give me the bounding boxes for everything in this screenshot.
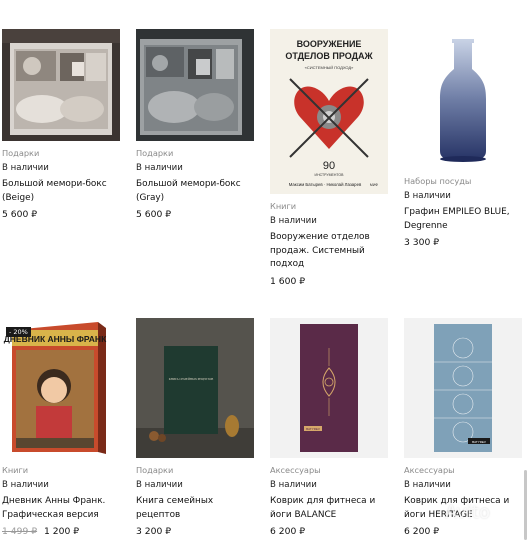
product-stock: В наличии	[404, 480, 451, 490]
product-stock: В наличии	[270, 216, 317, 226]
product-card[interactable]: BATYREV Аксессуары В наличии Коврик для …	[270, 318, 388, 538]
product-category: Наборы посуды	[404, 176, 472, 186]
current-price: 1 600 ₽	[270, 275, 306, 287]
product-card[interactable]: Подарки В наличии Большой мемори-бокс (B…	[2, 29, 120, 221]
yoga-mat-heritage-image: BATYREV	[404, 318, 522, 458]
current-price: 6 200 ₽	[270, 526, 306, 537]
product-card[interactable]: ВООРУЖЕНИЕ ОТДЕЛОВ ПРОДАЖ «СИСТЕМНЫЙ ПОД…	[270, 29, 388, 288]
recipe-book-image: КНИГА СЕМЕЙНЫХ РЕЦЕПТОВ	[136, 318, 254, 458]
product-category: Подарки	[2, 148, 40, 158]
product-stock: В наличии	[270, 480, 317, 490]
current-price: 3 300 ₽	[404, 237, 440, 248]
product-price: 3 200 ₽	[136, 526, 254, 538]
product-category: Книги	[270, 201, 297, 211]
sales-book-cover-image: ВООРУЖЕНИЕ ОТДЕЛОВ ПРОДАЖ «СИСТЕМНЫЙ ПОД…	[270, 29, 388, 194]
product-stock: В наличии	[136, 480, 183, 490]
product-category: Аксессуары	[270, 465, 321, 475]
product-title[interactable]: Графин EMPILEO BLUE, Degrenne	[404, 206, 522, 233]
product-stock: В наличии	[136, 163, 183, 173]
current-price: 1 200 ₽	[44, 526, 80, 537]
product-price: 3 300 ₽	[404, 237, 522, 249]
old-price: 1 499 ₽	[2, 526, 38, 537]
product-stock: В наличии	[404, 191, 451, 201]
book-cover-title-2: ОТДЕЛОВ ПРОДАЖ	[285, 51, 373, 61]
carafe-image	[404, 29, 522, 169]
current-price: 3 200 ₽	[136, 526, 172, 537]
book-cover-authors: Максим Батырев · Николай Лазарев	[289, 182, 362, 187]
product-card[interactable]: Подарки В наличии Большой мемори-бокс (G…	[136, 29, 254, 221]
current-price: 5 600 ₽	[136, 209, 172, 220]
memory-box-gray-image	[136, 29, 254, 141]
product-category: Книги	[2, 465, 29, 475]
product-stock: В наличии	[2, 163, 49, 173]
product-title[interactable]: Коврик для фитнеса и йоги BALANCE	[270, 495, 388, 522]
product-price: 1 600 ₽	[270, 276, 388, 288]
product-image[interactable]	[2, 29, 120, 141]
product-category: Аксессуары	[404, 465, 455, 475]
discount-badge: - 20%	[6, 327, 31, 337]
product-title[interactable]: Вооружение отделов продаж. Системный под…	[270, 231, 388, 272]
product-card[interactable]: КНИГА СЕМЕЙНЫХ РЕЦЕПТОВ Подарки В наличи…	[136, 318, 254, 538]
product-image[interactable]	[404, 29, 522, 169]
product-image[interactable]: BATYREV	[404, 318, 522, 458]
product-price: 1 499 ₽ 1 200 ₽	[2, 526, 120, 538]
mat-label: BATYREV	[472, 440, 486, 444]
avito-watermark-logo: Avito	[445, 502, 490, 523]
product-title[interactable]: Дневник Анны Франк. Графическая версия	[2, 495, 120, 522]
product-category: Подарки	[136, 465, 174, 475]
current-price: 6 200 ₽	[404, 526, 440, 537]
product-image[interactable]: КНИГА СЕМЕЙНЫХ РЕЦЕПТОВ	[136, 318, 254, 458]
yoga-mat-balance-image: BATYREV	[270, 318, 388, 458]
product-title[interactable]: Большой мемори-бокс (Beige)	[2, 178, 120, 205]
scrollbar[interactable]	[523, 0, 527, 540]
book-cover-publisher: МИФ	[370, 183, 378, 187]
product-price: 6 200 ₽	[270, 526, 388, 538]
product-image[interactable]	[136, 29, 254, 141]
product-card[interactable]: ДНЕВНИК АННЫ ФРАНК - 20% Книги В наличии…	[2, 318, 120, 538]
book-cover-number-caption: ИНСТРУМЕНТОВ	[315, 173, 345, 177]
book-cover-subtitle: «СИСТЕМНЫЙ ПОДХОД»	[305, 65, 354, 70]
product-stock: В наличии	[2, 480, 49, 490]
product-grid: Подарки В наличии Большой мемори-бокс (B…	[0, 0, 527, 540]
product-card[interactable]: Наборы посуды В наличии Графин EMPILEO B…	[404, 29, 522, 249]
recipe-cover-title: КНИГА СЕМЕЙНЫХ РЕЦЕПТОВ	[169, 376, 213, 381]
product-title[interactable]: Большой мемори-бокс (Gray)	[136, 178, 254, 205]
product-image[interactable]: ДНЕВНИК АННЫ ФРАНК - 20%	[2, 318, 120, 458]
product-image[interactable]: ВООРУЖЕНИЕ ОТДЕЛОВ ПРОДАЖ «СИСТЕМНЫЙ ПОД…	[270, 29, 388, 194]
book-cover-number: 90	[323, 160, 335, 172]
memory-box-beige-image	[2, 29, 120, 141]
current-price: 5 600 ₽	[2, 209, 38, 220]
product-title[interactable]: Книга семейных рецептов	[136, 495, 254, 522]
anne-frank-diary-cover-image: ДНЕВНИК АННЫ ФРАНК	[2, 318, 120, 458]
book-cover-title-1: ВООРУЖЕНИЕ	[297, 39, 362, 49]
product-price: 5 600 ₽	[136, 209, 254, 221]
product-category: Подарки	[136, 148, 174, 158]
mat-label: BATYREV	[306, 427, 320, 431]
product-price: 5 600 ₽	[2, 209, 120, 221]
product-image[interactable]: BATYREV	[270, 318, 388, 458]
